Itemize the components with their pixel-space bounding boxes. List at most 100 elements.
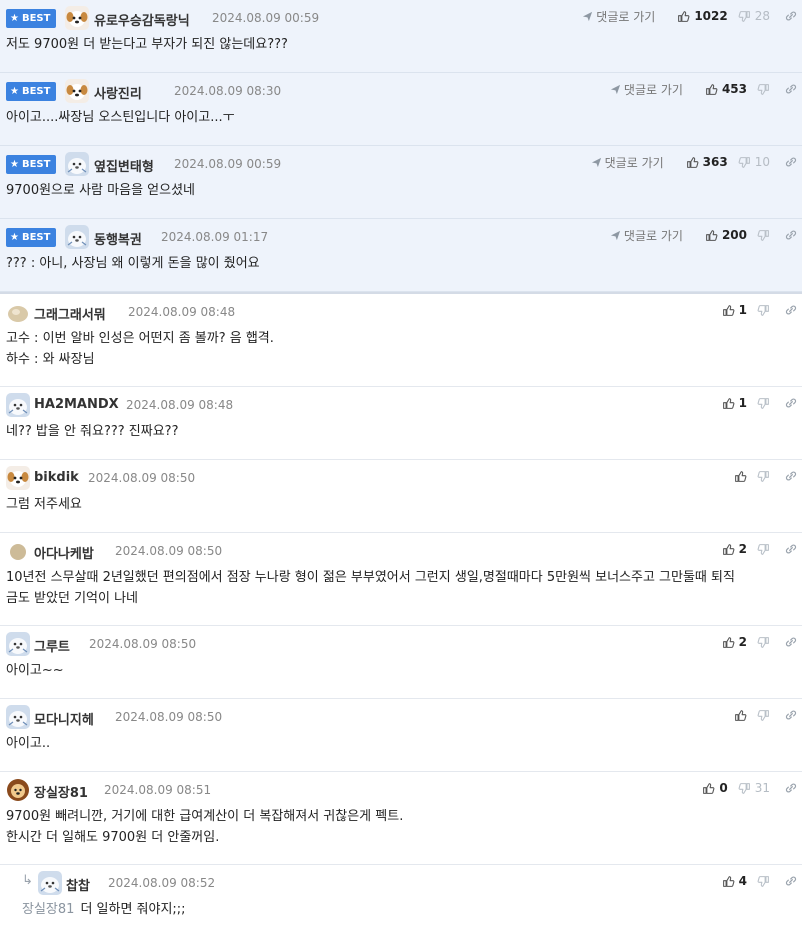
nickname[interactable]: 모다니지헤 [34,709,94,728]
downvote-button[interactable] [757,543,770,556]
upvote-button[interactable]: 453 [705,82,747,96]
nickname[interactable]: 동행복권 [94,229,142,248]
thumbs-up-icon [706,229,718,241]
thumbs-down-icon [738,156,750,168]
avatar[interactable] [6,393,30,417]
downvote-button[interactable] [757,636,770,649]
downvote-button[interactable]: 10 [738,155,770,169]
avatar[interactable] [6,539,30,563]
go-to-reply-link[interactable]: 댓글로 가기 [610,227,683,244]
avatar-image [6,778,30,802]
comment-text-line: 9700원으로 사람 마음을 얻으셨네 [6,183,196,198]
comment-list: ★ BEST 유로우승감독랑닉 2024.08.09 00:59 댓글로 가기 1022 2… [0,0,802,935]
nickname[interactable]: 그래그래서뭐 [34,304,106,323]
thumbs-up-icon [735,709,747,721]
avatar[interactable] [65,6,89,30]
avatar[interactable] [6,705,30,729]
nickname[interactable]: 장실장81 [34,782,88,801]
comment-text-line: 그럼 저주세요 [6,497,82,512]
downvote-button[interactable]: 31 [738,781,770,795]
avatar[interactable] [6,466,30,490]
downvote-button[interactable] [757,83,770,96]
link-icon[interactable] [784,635,798,649]
link-icon[interactable] [784,228,798,242]
downvote-button[interactable] [757,229,770,242]
mention-nickname[interactable]: 장실장81 [22,902,74,917]
upvote-button[interactable]: 1 [722,303,747,317]
upvote-button[interactable]: 1022 [677,9,728,23]
nickname[interactable]: bikdik [34,470,79,485]
link-icon[interactable] [784,542,798,556]
avatar[interactable] [65,152,89,176]
upvote-count: 2 [738,635,747,649]
comment-text-line: 저도 9700원 더 받는다고 부자가 되진 않는데요??? [6,37,288,52]
thumbs-down-icon [738,782,750,794]
link-icon[interactable] [784,303,798,317]
upvote-button[interactable]: 0 [702,781,728,795]
avatar[interactable] [38,871,62,895]
avatar-image [6,539,30,563]
reply-arrow-icon: ↳ [22,873,33,888]
send-icon [591,157,601,167]
downvote-button[interactable] [757,875,770,888]
downvote-button[interactable]: 28 [738,9,770,23]
downvote-button[interactable] [757,304,770,317]
nickname[interactable]: 유로우승감독랑닉 [94,10,190,29]
nickname[interactable]: 그루트 [34,636,70,655]
link-icon[interactable] [784,781,798,795]
comment-header: ★ BEST 옆집변태형 2024.08.09 00:59 댓글로 가기 363 10 [0,146,802,180]
upvote-button[interactable]: 4 [722,874,747,888]
avatar-image [6,300,30,324]
thumbs-down-icon [757,470,769,482]
avatar[interactable] [65,79,89,103]
comment-header: ★ BEST 사랑진리 2024.08.09 08:30 댓글로 가기 453 [0,73,802,107]
go-to-reply-link[interactable]: 댓글로 가기 [582,8,655,25]
comment-date: 2024.08.09 08:48 [126,398,234,412]
upvote-button[interactable]: 1 [722,396,747,410]
comment: 모다니지헤 2024.08.09 08:50 아이고.. [0,699,802,772]
avatar[interactable] [6,778,30,802]
comment-header: 장실장81 2024.08.09 08:51 0 31 [0,772,802,806]
nickname[interactable]: 찹찹 [66,875,90,894]
downvote-button[interactable] [757,470,770,483]
nickname[interactable]: 아다나케밥 [34,543,94,562]
link-icon[interactable] [784,469,798,483]
comment-actions: 4 [712,871,798,891]
avatar[interactable] [65,225,89,249]
avatar-image [65,79,89,103]
upvote-button[interactable] [734,470,747,483]
go-to-reply-link[interactable]: 댓글로 가기 [591,154,664,171]
upvote-count: 363 [702,155,728,169]
comment-header: bikdik 2024.08.09 08:50 [0,460,802,494]
comment-date: 2024.08.09 01:17 [161,230,269,244]
upvote-count: 4 [738,874,747,888]
downvote-button[interactable] [757,397,770,410]
link-icon[interactable] [784,82,798,96]
link-icon[interactable] [784,874,798,888]
nickname[interactable]: 사랑진리 [94,83,142,102]
avatar[interactable] [6,300,30,324]
nickname[interactable]: 옆집변태형 [94,156,154,175]
comment-actions: 댓글로 가기 1022 28 [582,6,798,26]
comment-date: 2024.08.09 00:59 [212,11,320,25]
comment-body: 아이고.. [0,733,802,754]
upvote-count: 1 [738,303,747,317]
avatar[interactable] [6,632,30,656]
upvote-count: 200 [721,228,747,242]
upvote-button[interactable]: 2 [722,635,747,649]
link-icon[interactable] [784,155,798,169]
upvote-button[interactable]: 363 [686,155,728,169]
upvote-button[interactable]: 2 [722,542,747,556]
link-icon[interactable] [784,9,798,23]
go-to-reply-link[interactable]: 댓글로 가기 [610,81,683,98]
comment-text-line: 금도 받았던 기억이 나네 [6,591,138,606]
best-badge: ★ BEST [6,9,57,28]
comment-text-line: 아이고....싸장님 오스틴입니다 아이고...ㅜ [6,110,235,125]
comment-actions [724,466,798,486]
upvote-button[interactable]: 200 [705,228,747,242]
downvote-button[interactable] [757,709,770,722]
link-icon[interactable] [784,708,798,722]
link-icon[interactable] [784,396,798,410]
upvote-button[interactable] [734,709,747,722]
nickname[interactable]: HA2MANDX [34,397,119,412]
